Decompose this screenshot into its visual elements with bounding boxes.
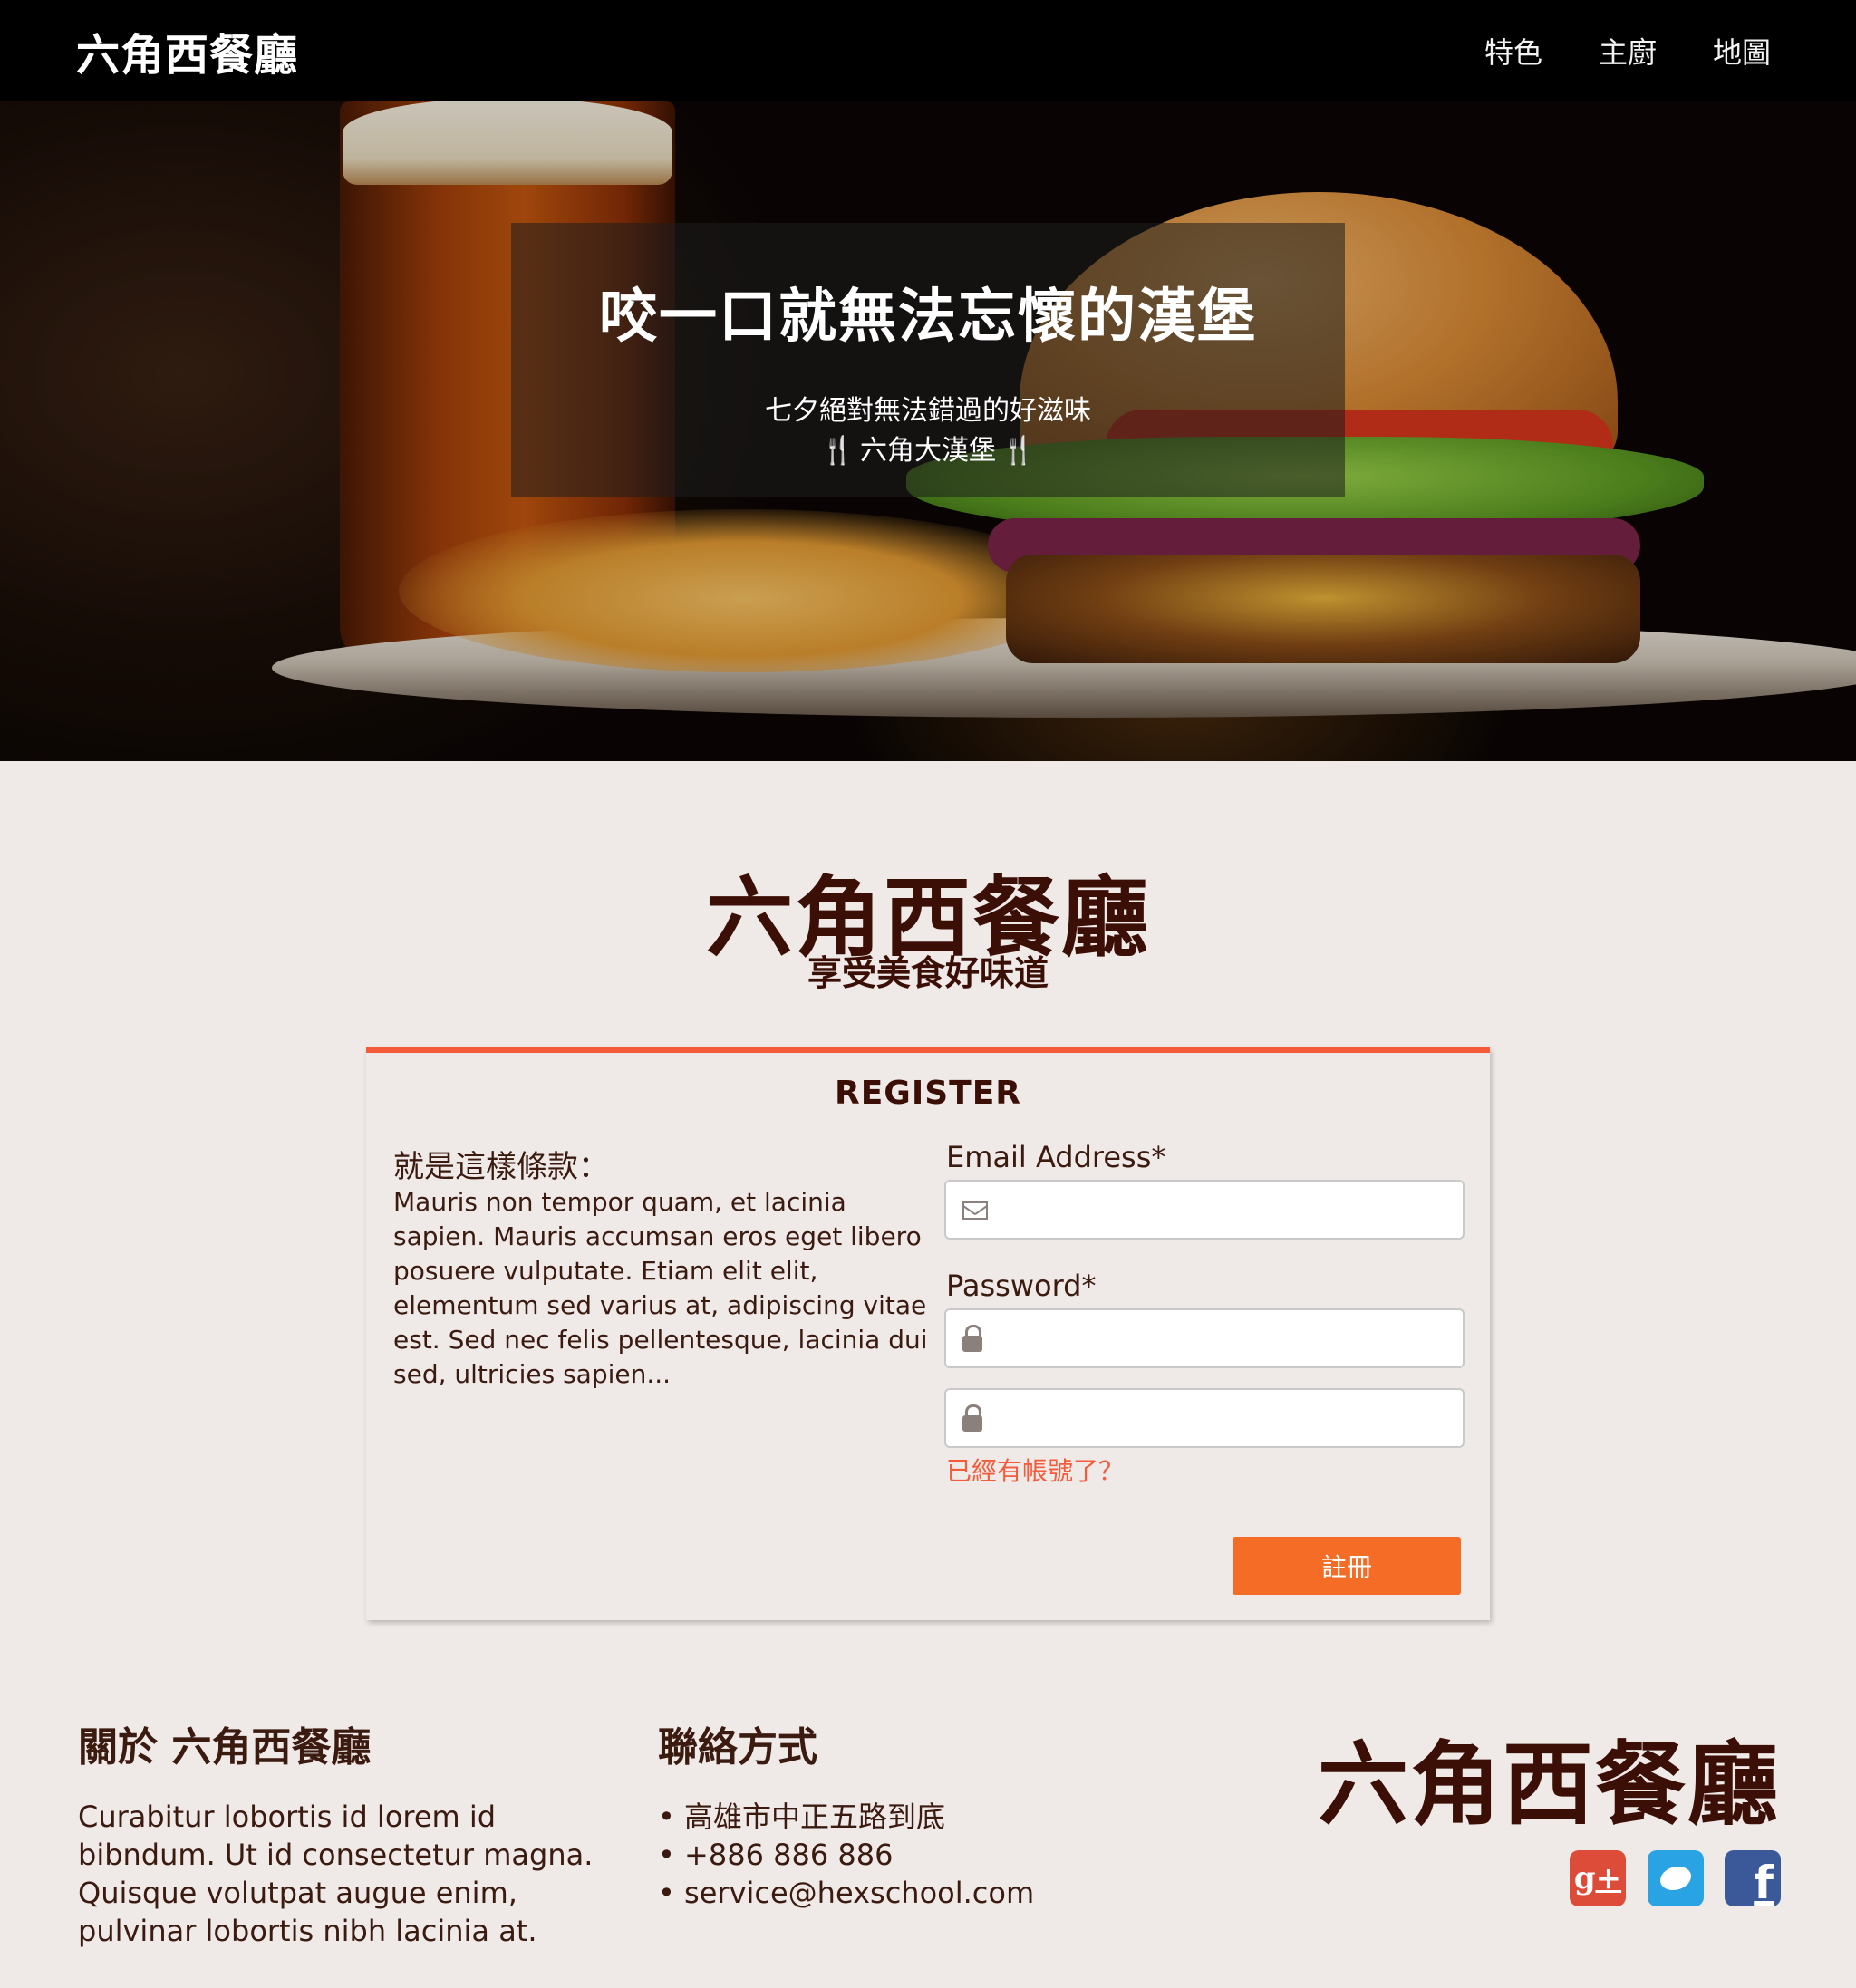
facebook-icon[interactable]: f [1725, 1850, 1781, 1909]
hero-title: 咬一口就無法忘懷的漢堡 [599, 284, 1257, 351]
terms-title: 就是這樣條款： [393, 1149, 609, 1185]
envelope-icon [962, 1201, 988, 1220]
footer-contact-title: 聯絡方式 [658, 1724, 817, 1771]
confirm-password-input[interactable] [997, 1399, 1450, 1439]
nav-item-features[interactable]: 特色 [1484, 30, 1542, 72]
email-field[interactable] [944, 1180, 1464, 1240]
footer-brand-logo: 六角西餐廳 [1318, 1732, 1780, 1838]
email-label: Email Address* [946, 1140, 1166, 1174]
footer-contact-list: 高雄市中正五路到底 +886 886 886 service@hexschool… [658, 1798, 1034, 1912]
nav-item-map[interactable]: 地圖 [1713, 30, 1771, 72]
hero-tagline: 六角大漢堡 [860, 435, 996, 467]
twitter-icon[interactable] [1648, 1850, 1704, 1906]
register-card: REGISTER 就是這樣條款： Mauris non tempor quam,… [366, 1047, 1490, 1620]
password-label: Password* [946, 1269, 1097, 1303]
nav-item-chef[interactable]: 主廚 [1599, 30, 1657, 72]
nav-menu: 特色 主廚 地圖 [1484, 30, 1771, 72]
footer-about-title: 關於 六角西餐廳 [78, 1724, 372, 1771]
register-title: REGISTER [834, 1075, 1022, 1112]
twitter-bird-shape [1660, 1867, 1691, 1890]
fork-knife-icon: 🍴 [1001, 435, 1036, 467]
google-plus-icon[interactable]: g+ [1570, 1850, 1626, 1906]
footer-about-text: Curabitur lobortis id lorem id bibndum. … [78, 1800, 594, 1948]
terms-text: Mauris non tempor quam, et lacinia sapie… [393, 1187, 928, 1389]
password-field[interactable] [944, 1308, 1464, 1368]
contact-phone: +886 886 886 [658, 1836, 1034, 1874]
nav-brand-logo[interactable]: 六角西餐廳 [76, 19, 298, 82]
hero-subtitle-text: 七夕絕對無法錯過的好滋味 [765, 395, 1091, 427]
email-input[interactable] [997, 1191, 1450, 1230]
hero-banner: 咬一口就無法忘懷的漢堡 七夕絕對無法錯過的好滋味 🍴 六角大漢堡 🍴 [0, 101, 1856, 761]
top-nav: 六角西餐廳 特色 主廚 地圖 [0, 0, 1856, 101]
fork-knife-icon: 🍴 [820, 435, 855, 467]
lock-icon [962, 1404, 982, 1432]
hero-subtitle: 七夕絕對無法錯過的好滋味 🍴 六角大漢堡 🍴 [511, 391, 1345, 471]
contact-address: 高雄市中正五路到底 [658, 1798, 1034, 1836]
hero-caption-box: 咬一口就無法忘懷的漢堡 七夕絕對無法錯過的好滋味 🍴 六角大漢堡 🍴 [511, 223, 1345, 497]
brand-subtitle: 享受美食好味道 [807, 953, 1049, 993]
password-input[interactable] [997, 1319, 1450, 1359]
confirm-password-field[interactable] [944, 1388, 1464, 1448]
existing-account-link[interactable]: 已經有帳號了？ [946, 1452, 1124, 1488]
lock-icon [962, 1325, 982, 1352]
contact-email: service@hexschool.com [658, 1874, 1034, 1912]
register-submit-button[interactable]: 註冊 [1232, 1537, 1461, 1595]
